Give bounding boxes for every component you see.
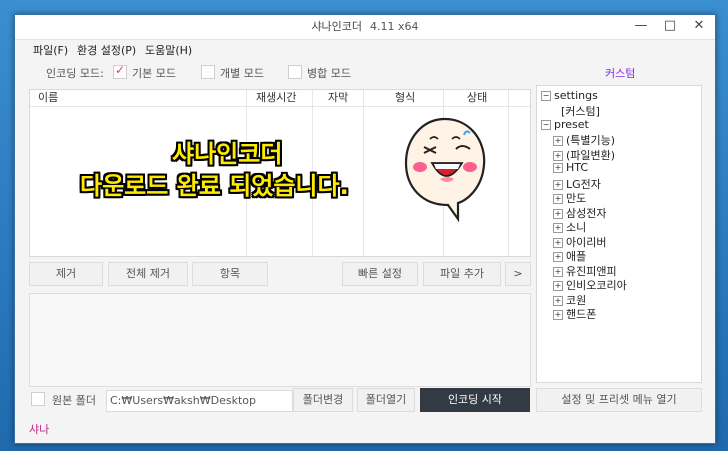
expand-icon[interactable]: +	[553, 179, 563, 190]
tree-node-label: 코원	[566, 293, 587, 307]
quick-settings-button[interactable]: 빠른 설정	[342, 262, 418, 286]
expand-icon[interactable]: +	[553, 208, 563, 219]
remove-all-button[interactable]: 전체 제거	[108, 262, 188, 286]
menu-bar: 파일(F) 환경 설정(P) 도움말(H)	[15, 39, 715, 59]
collapse-icon[interactable]: −	[541, 120, 551, 130]
start-encoding-button[interactable]: 인코딩 시작	[420, 388, 530, 412]
tree-node-label: 애플	[566, 250, 587, 263]
expand-icon[interactable]: +	[553, 237, 563, 248]
close-button[interactable]: ✕	[685, 15, 713, 39]
column-divider	[363, 90, 364, 256]
column-status[interactable]: 상태	[467, 90, 487, 106]
basic-mode-checkbox[interactable]	[113, 63, 127, 79]
tree-node-label: 아이리버	[566, 235, 607, 249]
remove-button[interactable]: 제거	[29, 262, 103, 286]
tree-node-label: LG전자	[566, 177, 601, 191]
expand-icon[interactable]: +	[553, 281, 563, 291]
expand-icon[interactable]: +	[553, 310, 563, 320]
tree-node-label: (특별기능)	[566, 134, 616, 147]
tree-node-label: settings	[554, 89, 598, 102]
expand-icon[interactable]: +	[553, 163, 563, 173]
settings-preset-menu-button[interactable]: 설정 및 프리셋 메뉴 열기	[536, 388, 702, 412]
individual-mode-label[interactable]: 개별 모드	[220, 65, 264, 81]
expand-icon[interactable]: +	[553, 252, 563, 262]
tree-node-preset-item[interactable]: + 핸드폰	[553, 306, 596, 322]
tree-node-label: (파일변환)	[566, 148, 616, 162]
tree-node-label: 소니	[566, 221, 587, 234]
tree-node-label: preset	[554, 118, 589, 131]
minimize-button[interactable]: —	[627, 15, 655, 39]
notification-message: 다운로드 완료 되었습니다.	[80, 172, 349, 200]
open-folder-button[interactable]: 폴더열기	[357, 388, 415, 412]
expand-icon[interactable]: +	[553, 223, 563, 233]
tree-node-label: 만도	[566, 192, 587, 205]
custom-preset-label[interactable]: 커스텀	[605, 65, 635, 81]
window-title-name: 샤나인코더	[311, 20, 363, 33]
merge-mode-label[interactable]: 병합 모드	[307, 65, 351, 81]
encoding-mode-label: 인코딩 모드:	[46, 67, 104, 80]
window-title-version: 4.11 x64	[370, 20, 419, 33]
tree-node-label: 유진피앤피	[566, 264, 617, 278]
notification-title: 샤나인코더	[172, 140, 283, 168]
column-divider	[508, 90, 509, 256]
item-button[interactable]: 항목	[192, 262, 268, 286]
smiling-face-icon	[404, 117, 486, 223]
encoding-mode-row: 인코딩 모드: 기본 모드 개별 모드 병합 모드	[15, 63, 535, 83]
column-format[interactable]: 형식	[395, 90, 415, 106]
log-panel	[29, 293, 531, 387]
source-folder-checkbox[interactable]	[31, 392, 45, 406]
merge-mode-checkbox[interactable]	[288, 65, 302, 79]
add-file-button[interactable]: 파일 추가	[423, 262, 501, 286]
tree-node-label: 인비오코리아	[566, 279, 627, 292]
tree-node-label: 핸드폰	[566, 308, 597, 321]
basic-mode-label[interactable]: 기본 모드	[132, 65, 176, 81]
menu-preferences[interactable]: 환경 설정(P)	[77, 42, 136, 58]
app-window: 샤나인코더 4.11 x64 — □ ✕ 파일(F) 환경 설정(P) 도움말(H…	[14, 14, 716, 444]
expand-icon[interactable]: +	[553, 136, 563, 146]
expand-icon[interactable]: +	[553, 266, 563, 277]
collapse-icon[interactable]: −	[541, 91, 551, 101]
tree-node-preset[interactable]: − preset	[541, 118, 589, 131]
tree-node-preset-item[interactable]: + HTC	[553, 161, 588, 174]
individual-mode-checkbox[interactable]	[201, 65, 215, 79]
tree-node-label: HTC	[566, 161, 589, 174]
status-bar-text: 샤나	[29, 423, 50, 436]
tree-node-custom[interactable]: [커스텀]	[561, 103, 600, 119]
title-bar[interactable]: 샤나인코더 4.11 x64 — □ ✕	[15, 15, 715, 40]
preset-tree[interactable]: − settings [커스텀] − preset + (특별기능) + (파일변환) + H…	[536, 85, 702, 383]
tree-node-settings[interactable]: − settings	[541, 89, 598, 102]
more-button[interactable]: >	[505, 262, 531, 286]
expand-icon[interactable]: +	[553, 295, 563, 306]
column-name[interactable]: 이름	[38, 90, 58, 106]
change-folder-button[interactable]: 폴더변경	[293, 388, 353, 412]
expand-icon[interactable]: +	[553, 150, 563, 161]
output-path-input[interactable]	[106, 390, 293, 412]
source-folder-label: 원본 폴더	[52, 394, 96, 407]
menu-help[interactable]: 도움말(H)	[145, 42, 192, 58]
expand-icon[interactable]: +	[553, 194, 563, 204]
header-divider	[30, 106, 530, 107]
menu-file[interactable]: 파일(F)	[33, 42, 68, 58]
column-duration[interactable]: 재생시간	[256, 90, 296, 106]
window-title: 샤나인코더 4.11 x64	[15, 15, 715, 39]
maximize-button[interactable]: □	[656, 15, 684, 39]
column-subtitle[interactable]: 자막	[328, 90, 348, 106]
tree-node-label: 삼성전자	[566, 206, 607, 220]
